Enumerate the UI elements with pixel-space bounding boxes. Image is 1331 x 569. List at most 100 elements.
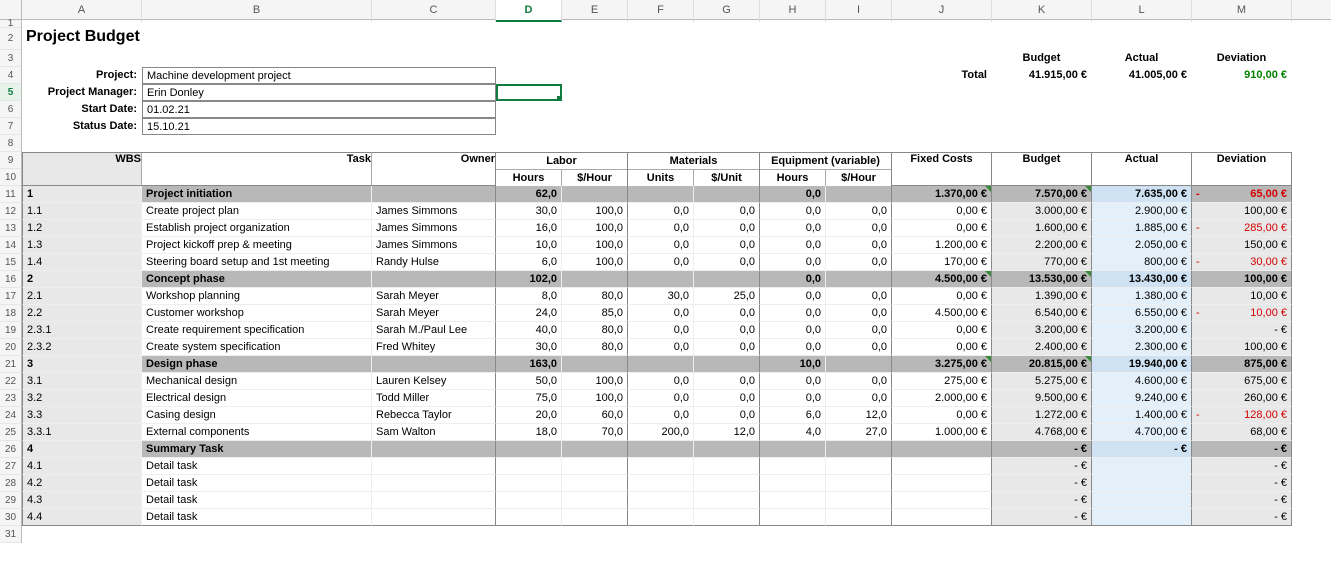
cell-mat-units[interactable]: 0,0: [628, 407, 694, 424]
cell-budget[interactable]: 4.768,00 €: [992, 424, 1092, 441]
cell-equip-rate[interactable]: 0,0: [826, 390, 892, 407]
cell-labor-rate[interactable]: [562, 356, 628, 373]
row-header-13[interactable]: 13: [0, 220, 21, 237]
cell-labor-hours[interactable]: 16,0: [496, 220, 562, 237]
cell-budget[interactable]: 6.540,00 €: [992, 305, 1092, 322]
cell-mat-units[interactable]: [628, 271, 694, 288]
cell-mat-units[interactable]: 30,0: [628, 288, 694, 305]
cell-budget[interactable]: 9.500,00 €: [992, 390, 1092, 407]
cell-labor-hours[interactable]: 8,0: [496, 288, 562, 305]
cell-labor-rate[interactable]: [562, 475, 628, 492]
row-header-28[interactable]: 28: [0, 475, 21, 492]
row-header-18[interactable]: 18: [0, 305, 21, 322]
cell-actual[interactable]: [1092, 458, 1192, 475]
cell-mat-price[interactable]: 0,0: [694, 254, 760, 271]
cell-mat-price[interactable]: 0,0: [694, 322, 760, 339]
column-header-i[interactable]: I: [826, 0, 892, 22]
cell-deviation[interactable]: - €: [1192, 475, 1292, 492]
row-header-3[interactable]: 3: [0, 50, 21, 67]
column-header-d[interactable]: D: [496, 0, 562, 22]
cell-owner[interactable]: Rebecca Taylor: [372, 407, 496, 424]
cell-task[interactable]: Detail task: [142, 509, 372, 526]
cell-equip-hours[interactable]: [760, 475, 826, 492]
cell-mat-price[interactable]: 0,0: [694, 373, 760, 390]
row-header-11[interactable]: 11: [0, 186, 21, 203]
cell-equip-rate[interactable]: [826, 458, 892, 475]
cell-wbs[interactable]: 4.2: [22, 475, 142, 492]
cell-fixed[interactable]: 4.500,00 €: [892, 271, 992, 288]
cell-actual[interactable]: 2.050,00 €: [1092, 237, 1192, 254]
cell-mat-units[interactable]: 0,0: [628, 254, 694, 271]
row-header-10[interactable]: 10: [0, 169, 21, 186]
cell-labor-hours[interactable]: 163,0: [496, 356, 562, 373]
row-header-22[interactable]: 22: [0, 373, 21, 390]
table-row[interactable]: 1.4Steering board setup and 1st meetingR…: [22, 254, 1331, 271]
cell-equip-rate[interactable]: [826, 509, 892, 526]
cell-budget[interactable]: 1.600,00 €: [992, 220, 1092, 237]
cell-labor-rate[interactable]: 70,0: [562, 424, 628, 441]
column-header-e[interactable]: E: [562, 0, 628, 22]
cell-equip-rate[interactable]: 0,0: [826, 220, 892, 237]
table-row[interactable]: 1.2Establish project organizationJames S…: [22, 220, 1331, 237]
cell-actual[interactable]: 7.635,00 €: [1092, 186, 1192, 203]
row-header-20[interactable]: 20: [0, 339, 21, 356]
cell-equip-rate[interactable]: 0,0: [826, 322, 892, 339]
cell-equip-rate[interactable]: 0,0: [826, 305, 892, 322]
cell-fixed[interactable]: 170,00 €: [892, 254, 992, 271]
meta-pm-value[interactable]: Erin Donley: [142, 84, 496, 101]
table-row[interactable]: 3.3.1External componentsSam Walton18,070…: [22, 424, 1331, 441]
cell-equip-hours[interactable]: 0,0: [760, 237, 826, 254]
cell-labor-hours[interactable]: [496, 509, 562, 526]
cell-fixed[interactable]: 275,00 €: [892, 373, 992, 390]
table-row[interactable]: 4.3Detail task- €- €: [22, 492, 1331, 509]
cell-mat-units[interactable]: 0,0: [628, 390, 694, 407]
column-header-b[interactable]: B: [142, 0, 372, 22]
cell-budget[interactable]: 13.530,00 €: [992, 271, 1092, 288]
cell-owner[interactable]: [372, 509, 496, 526]
row-header-25[interactable]: 25: [0, 424, 21, 441]
cell-deviation[interactable]: - €: [1192, 458, 1292, 475]
cell-wbs[interactable]: 2.2: [22, 305, 142, 322]
row-3[interactable]: Budget Actual Deviation: [22, 50, 1331, 67]
table-row[interactable]: 2.3.2Create system specificationFred Whi…: [22, 339, 1331, 356]
cell-fixed[interactable]: 0,00 €: [892, 322, 992, 339]
cell-fixed[interactable]: 0,00 €: [892, 220, 992, 237]
cell-equip-rate[interactable]: 12,0: [826, 407, 892, 424]
cell-mat-price[interactable]: [694, 458, 760, 475]
cell-actual[interactable]: 13.430,00 €: [1092, 271, 1192, 288]
cell-mat-price[interactable]: [694, 492, 760, 509]
table-row[interactable]: 3.1Mechanical designLauren Kelsey50,0100…: [22, 373, 1331, 390]
cell-deviation[interactable]: -65,00 €: [1192, 186, 1292, 203]
cell-mat-price[interactable]: 0,0: [694, 305, 760, 322]
cell-mat-price[interactable]: 0,0: [694, 390, 760, 407]
row-8[interactable]: [22, 135, 1331, 152]
cell-task[interactable]: Project kickoff prep & meeting: [142, 237, 372, 254]
column-header-c[interactable]: C: [372, 0, 496, 22]
cell-mat-price[interactable]: [694, 509, 760, 526]
cell-labor-rate[interactable]: [562, 509, 628, 526]
cell-equip-rate[interactable]: 0,0: [826, 203, 892, 220]
cell-owner[interactable]: James Simmons: [372, 237, 496, 254]
cell-labor-hours[interactable]: [496, 475, 562, 492]
row-header-30[interactable]: 30: [0, 509, 21, 526]
cell-equip-hours[interactable]: 4,0: [760, 424, 826, 441]
cell-owner[interactable]: Randy Hulse: [372, 254, 496, 271]
cell-actual[interactable]: 6.550,00 €: [1092, 305, 1192, 322]
cell-equip-hours[interactable]: 0,0: [760, 203, 826, 220]
cell-mat-price[interactable]: [694, 475, 760, 492]
cell-task[interactable]: Summary Task: [142, 441, 372, 458]
cell-budget[interactable]: 1.390,00 €: [992, 288, 1092, 305]
cell-deviation[interactable]: 68,00 €: [1192, 424, 1292, 441]
cell-actual[interactable]: 1.885,00 €: [1092, 220, 1192, 237]
cell-deviation[interactable]: 675,00 €: [1192, 373, 1292, 390]
cell-budget[interactable]: - €: [992, 509, 1092, 526]
cell-actual[interactable]: [1092, 509, 1192, 526]
cell-owner[interactable]: [372, 492, 496, 509]
table-row[interactable]: 3Design phase163,010,03.275,00 €20.815,0…: [22, 356, 1331, 373]
cell-wbs[interactable]: 3.2: [22, 390, 142, 407]
cell-labor-rate[interactable]: 80,0: [562, 288, 628, 305]
cell-mat-units[interactable]: 0,0: [628, 339, 694, 356]
cell-task[interactable]: Workshop planning: [142, 288, 372, 305]
cell-actual[interactable]: 19.940,00 €: [1092, 356, 1192, 373]
row-31[interactable]: [22, 526, 1331, 543]
